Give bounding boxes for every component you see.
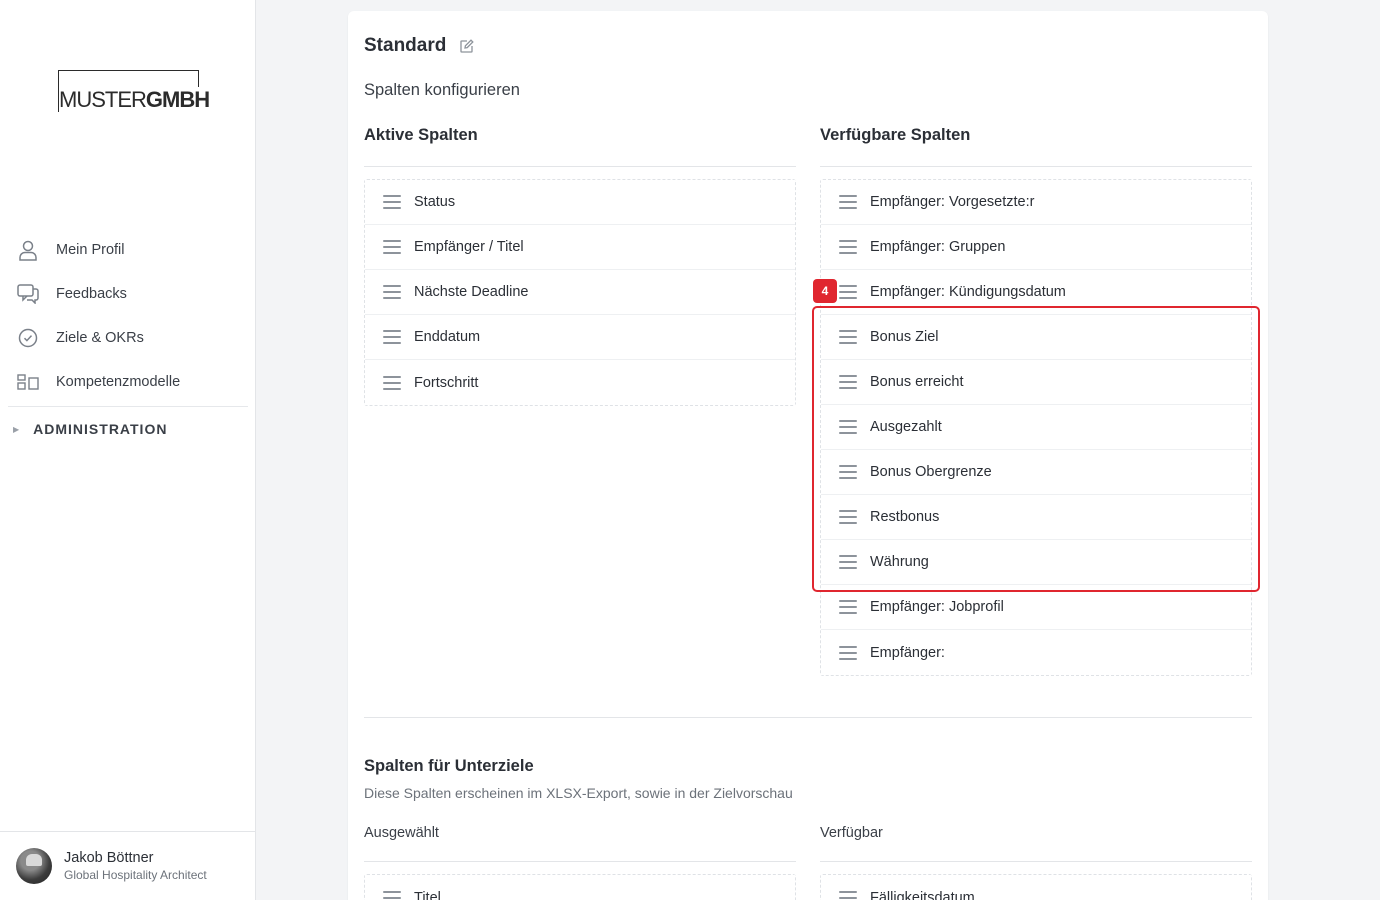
user-profile[interactable]: Jakob Böttner Global Hospitality Archite… (0, 831, 256, 900)
subgoals-title: Spalten für Unterziele (364, 757, 534, 775)
user-name: Jakob Böttner (64, 850, 154, 866)
drag-handle-icon[interactable] (383, 240, 401, 254)
column-label: Empfänger: Kündigungsdatum (870, 284, 1066, 300)
column-label: Ausgezahlt (870, 419, 942, 435)
column-row[interactable]: Empfänger: Jobprofil (821, 585, 1251, 630)
column-label: Bonus erreicht (870, 374, 964, 390)
avatar (16, 848, 52, 884)
column-row[interactable]: Restbonus (821, 495, 1251, 540)
page-title: Standard (364, 35, 475, 57)
column-row[interactable]: Titel (365, 875, 795, 900)
column-row[interactable]: Bonus Obergrenze (821, 450, 1251, 495)
divider (820, 861, 1252, 862)
grid-icon (17, 371, 39, 393)
column-label: Bonus Ziel (870, 329, 939, 345)
drag-handle-icon[interactable] (383, 890, 401, 900)
column-label: Währung (870, 554, 929, 570)
nav-item-mein-profil[interactable]: Mein Profil (0, 228, 256, 272)
divider (364, 166, 796, 167)
column-label: Empfänger: Jobprofil (870, 599, 1004, 615)
column-label: Bonus Obergrenze (870, 464, 992, 480)
logo-text-light: MUSTER (59, 87, 147, 112)
subgoals-available-list: Fälligkeitsdatum (820, 874, 1252, 900)
column-label: Enddatum (414, 329, 481, 345)
column-label: Nächste Deadline (414, 284, 529, 300)
drag-handle-icon[interactable] (383, 375, 401, 390)
divider (820, 166, 1252, 167)
column-label: Status (414, 194, 456, 210)
drag-handle-icon[interactable] (839, 510, 857, 524)
main-nav: Mein Profil Feedbacks Ziele & OKRs Kompe… (0, 228, 256, 451)
user-role: Global Hospitality Architect (64, 868, 207, 882)
drag-handle-icon[interactable] (839, 330, 857, 344)
column-label: Empfänger: Vorgesetzte:r (870, 194, 1035, 210)
column-label: Empfänger: Gruppen (870, 239, 1006, 255)
company-logo: MUSTERGMBH (58, 70, 212, 113)
column-label: Fortschritt (414, 374, 479, 391)
drag-handle-icon[interactable] (839, 285, 857, 299)
column-row[interactable]: Bonus Ziel (821, 315, 1251, 360)
nav-item-feedbacks[interactable]: Feedbacks (0, 272, 256, 316)
column-label: Fälligkeitsdatum (870, 889, 975, 900)
subgoals-description: Diese Spalten erscheinen im XLSX-Export,… (364, 785, 793, 801)
check-circle-icon (17, 327, 39, 349)
column-row[interactable]: Nächste Deadline (365, 270, 795, 315)
chat-icon (17, 283, 39, 305)
column-label: Restbonus (870, 509, 940, 525)
active-columns-list: Status Empfänger / Titel Nächste Deadline E… (364, 179, 796, 406)
nav-label: Kompetenzmodelle (56, 374, 181, 390)
section-title: Spalten konfigurieren (364, 81, 520, 99)
caret-right-icon: ▶ (13, 424, 20, 434)
column-row[interactable]: Empfänger: Kündigungsdatum (821, 270, 1251, 315)
column-label: Empfänger: (870, 644, 945, 661)
sidebar: MUSTERGMBH Mein Profil Feedbacks Ziele &… (0, 0, 256, 900)
nav-label: Mein Profil (56, 242, 125, 258)
nav-item-administration[interactable]: ▶ ADMINISTRATION (0, 407, 256, 451)
active-columns-heading: Aktive Spalten (364, 126, 478, 144)
drag-handle-icon[interactable] (839, 555, 857, 569)
selected-heading: Ausgewählt (364, 825, 439, 841)
drag-handle-icon[interactable] (383, 330, 401, 344)
drag-handle-icon[interactable] (383, 195, 401, 209)
annotation-badge: 4 (813, 279, 837, 303)
column-row[interactable]: Enddatum (365, 315, 795, 360)
column-row[interactable]: Währung (821, 540, 1251, 585)
subgoals-selected-list: Titel (364, 874, 796, 900)
logo-text-bold: GMBH (145, 87, 210, 112)
card-title-text: Standard (364, 35, 447, 56)
section-divider (364, 717, 1252, 718)
drag-handle-icon[interactable] (383, 285, 401, 299)
drag-handle-icon[interactable] (839, 465, 857, 479)
drag-handle-icon[interactable] (839, 375, 857, 389)
column-row[interactable]: Fortschritt (365, 360, 795, 405)
drag-handle-icon[interactable] (839, 600, 857, 614)
column-row[interactable]: Bonus erreicht (821, 360, 1251, 405)
drag-handle-icon[interactable] (839, 890, 857, 900)
available-columns-heading: Verfügbare Spalten (820, 126, 971, 144)
column-row[interactable]: Empfänger: Gruppen (821, 225, 1251, 270)
available-heading: Verfügbar (820, 825, 883, 841)
column-row[interactable]: Ausgezahlt (821, 405, 1251, 450)
drag-handle-icon[interactable] (839, 420, 857, 434)
column-row[interactable]: Empfänger: Vorgesetzte:r (821, 180, 1251, 225)
user-icon (17, 239, 39, 261)
available-columns-list: Empfänger: Vorgesetzte:r Empfänger: Grupp… (820, 179, 1252, 676)
drag-handle-icon[interactable] (839, 240, 857, 254)
nav-item-ziele-okrs[interactable]: Ziele & OKRs (0, 316, 256, 360)
nav-item-kompetenzmodelle[interactable]: Kompetenzmodelle (0, 360, 256, 404)
divider (364, 861, 796, 862)
column-row[interactable]: Empfänger: (821, 630, 1251, 675)
nav-admin-label: ADMINISTRATION (33, 421, 168, 437)
nav-label: Feedbacks (56, 286, 127, 302)
column-row[interactable]: Status (365, 180, 795, 225)
nav-label: Ziele & OKRs (56, 330, 144, 346)
column-row[interactable]: Fälligkeitsdatum (821, 875, 1251, 900)
drag-handle-icon[interactable] (839, 645, 857, 660)
column-row[interactable]: Empfänger / Titel (365, 225, 795, 270)
column-label: Empfänger / Titel (414, 239, 524, 255)
column-label: Titel (414, 889, 441, 900)
column-config-card: Standard Spalten konfigurieren Aktive Sp… (348, 11, 1268, 900)
drag-handle-icon[interactable] (839, 195, 857, 209)
edit-icon[interactable] (460, 39, 475, 53)
